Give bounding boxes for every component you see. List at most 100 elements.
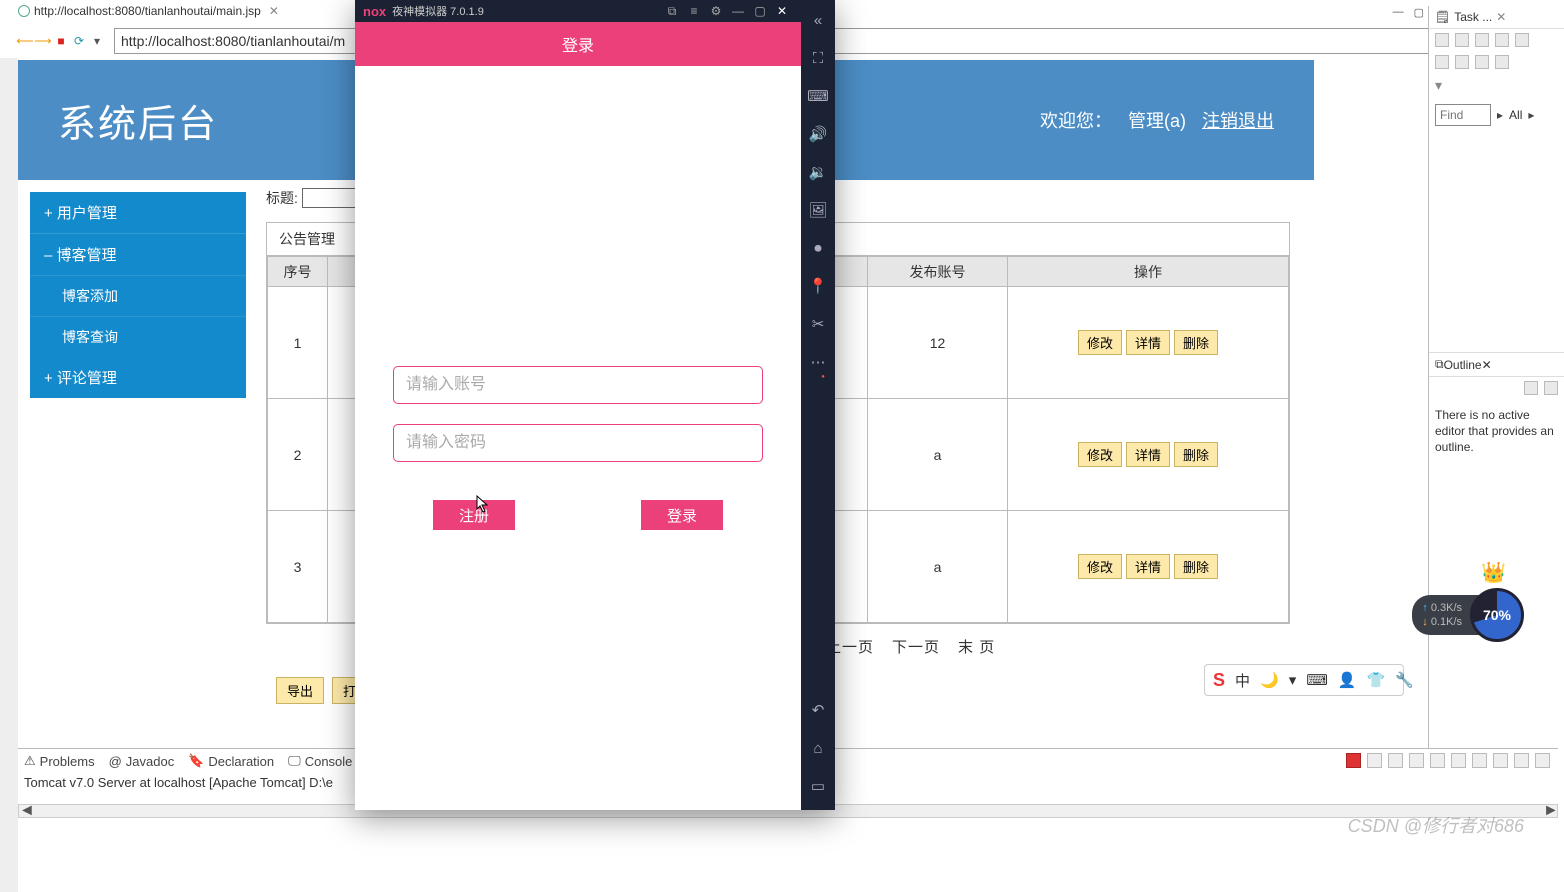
emu-nav-home-icon[interactable]: ⌂ [808,738,828,758]
emulator-min-icon[interactable]: — [727,4,749,18]
emu-scissors-icon[interactable]: ✂ [808,314,828,334]
row-edit-button[interactable]: 修改 [1078,554,1122,579]
nav-stop-icon[interactable]: ■ [54,34,68,48]
tab-problems[interactable]: ⚠ Problems [24,753,95,769]
console-scroll-icon[interactable] [1409,753,1424,768]
console-min-icon[interactable] [1514,753,1529,768]
task-tool-1[interactable] [1435,33,1449,47]
outline-tool-1[interactable] [1524,381,1538,395]
tab-console[interactable]: 🖵 Console [288,753,352,769]
task-tool-8[interactable] [1475,55,1489,69]
outline-view-header[interactable]: ⧉ Outline ✕ [1429,352,1564,377]
emu-keyboard-icon[interactable]: ⌨ [808,86,828,106]
pager-next[interactable]: 下一页 [892,636,940,657]
task-tool-5[interactable] [1515,33,1529,47]
sidebar-item-users[interactable]: + 用户管理 [30,192,246,233]
console-removeall-icon[interactable] [1388,753,1403,768]
sidebar-item-comments[interactable]: + 评论管理 [30,357,246,398]
task-tool-6[interactable] [1435,55,1449,69]
find-input[interactable] [1435,104,1491,126]
task-tool-2[interactable] [1455,33,1469,47]
console-open-icon[interactable] [1493,753,1508,768]
outline-toolbar [1429,377,1564,399]
nav-forward-icon[interactable]: ⟶ [36,34,50,48]
emu-more-icon[interactable]: ⋯ [808,352,828,372]
emulator-max-icon[interactable]: ▢ [749,4,771,18]
tab-javadoc[interactable]: @ Javadoc [109,754,175,769]
row-detail-button[interactable]: 详情 [1126,554,1170,579]
task-collapse-icon[interactable]: ▾ [1429,73,1564,98]
row-detail-button[interactable]: 详情 [1126,330,1170,355]
emulator-multi-icon[interactable]: ⧉ [661,4,683,19]
ime-comma-icon[interactable]: ▾ [1289,671,1297,689]
export-button[interactable]: 导出 [276,677,324,704]
console-max-icon[interactable] [1535,753,1550,768]
emulator-titlebar[interactable]: nox 夜神模拟器 7.0.1.9 ⧉ ≡ ⚙ — ▢ ✕ [355,0,801,22]
sidebar-subitem-blog-query[interactable]: 博客查询 [30,316,246,357]
emu-nav-recent-icon[interactable]: ▭ [808,776,828,796]
outline-body-text: There is no active editor that provides … [1429,399,1564,464]
maximize-editor-icon[interactable]: ▢ [1414,6,1424,19]
emu-record-icon[interactable]: ⏺ [808,238,828,258]
ime-bar[interactable]: S 中 🌙 ▾ ⌨ 👤 👕 🔧 [1204,664,1404,696]
row-delete-button[interactable]: 删除 [1174,554,1218,579]
col-seq: 序号 [268,257,328,287]
row-edit-button[interactable]: 修改 [1078,442,1122,467]
nav-home-icon[interactable]: ▾ [90,34,104,48]
emu-nav-back-icon[interactable]: ↶ [808,700,828,720]
nav-refresh-icon[interactable]: ⟳ [72,34,86,48]
ime-moon-icon[interactable]: 🌙 [1260,671,1279,689]
task-tool-3[interactable] [1475,33,1489,47]
outline-close-icon[interactable]: ✕ [1482,358,1492,372]
register-button[interactable]: 注册 [433,500,515,530]
ime-skin-icon[interactable]: 👕 [1367,671,1386,689]
ime-lang[interactable]: 中 [1235,670,1250,691]
find-scope-more-icon[interactable]: ▸ [1528,108,1534,122]
emu-volume-down-icon[interactable]: 🔉 [808,162,828,182]
hscroll-right-icon[interactable]: ► [1543,802,1557,820]
outline-tool-2[interactable] [1544,381,1558,395]
password-input[interactable] [393,424,763,462]
emulator-settings-icon[interactable]: ⚙ [705,4,727,18]
console-display-icon[interactable] [1472,753,1487,768]
row-edit-button[interactable]: 修改 [1078,330,1122,355]
ime-keyboard-icon[interactable]: ⌨ [1306,671,1328,689]
find-scope-all[interactable]: All [1509,108,1522,122]
emulator-menu-icon[interactable]: ≡ [683,4,705,18]
nav-back-icon[interactable]: ⟵ [18,34,32,48]
right-panel: 🗒 Task ... ✕ ▾ ▸ All ▸ ⧉ Outline ✕ There… [1428,6,1564,820]
tab-title[interactable]: http://localhost:8080/tianlanhoutai/main… [34,4,261,18]
row-delete-button[interactable]: 删除 [1174,330,1218,355]
tab-declaration[interactable]: 🔖 Declaration [188,753,274,769]
sidebar-item-blog[interactable]: – 博客管理 [30,233,246,275]
minimize-editor-icon[interactable]: — [1393,6,1404,19]
console-remove-icon[interactable] [1367,753,1382,768]
logout-link[interactable]: 注销退出 [1202,107,1274,133]
row-delete-button[interactable]: 删除 [1174,442,1218,467]
task-view-header[interactable]: 🗒 Task ... ✕ [1429,6,1564,29]
task-tool-4[interactable] [1495,33,1509,47]
console-terminate-icon[interactable] [1346,753,1361,768]
emu-volume-up-icon[interactable]: 🔊 [808,124,828,144]
find-next-icon[interactable]: ▸ [1497,108,1503,122]
row-detail-button[interactable]: 详情 [1126,442,1170,467]
task-close-icon[interactable]: ✕ [1496,10,1506,24]
emu-location-icon[interactable]: 📍 [808,276,828,296]
hscroll-left-icon[interactable]: ◄ [19,802,33,820]
account-input[interactable] [393,366,763,404]
task-tool-7[interactable] [1455,55,1469,69]
performance-widget[interactable]: 👑 0.3K/s 0.1K/s 70% [1412,588,1524,642]
sidebar-subitem-blog-add[interactable]: 博客添加 [30,275,246,316]
emulator-close-icon[interactable]: ✕ [771,4,793,18]
console-clear-icon[interactable] [1430,753,1445,768]
ime-person-icon[interactable]: 👤 [1338,671,1357,689]
emu-collapse-icon[interactable]: « [808,10,828,30]
console-pin-icon[interactable] [1451,753,1466,768]
emu-screenshot-icon[interactable]: 🖼 [808,200,828,220]
login-button[interactable]: 登录 [641,500,723,530]
task-tool-9[interactable] [1495,55,1509,69]
tab-close-icon[interactable]: ✕ [269,4,279,18]
emu-fullscreen-icon[interactable]: ⛶ [808,48,828,68]
ime-settings-icon[interactable]: 🔧 [1395,671,1414,689]
pager-last[interactable]: 末 页 [958,636,995,657]
